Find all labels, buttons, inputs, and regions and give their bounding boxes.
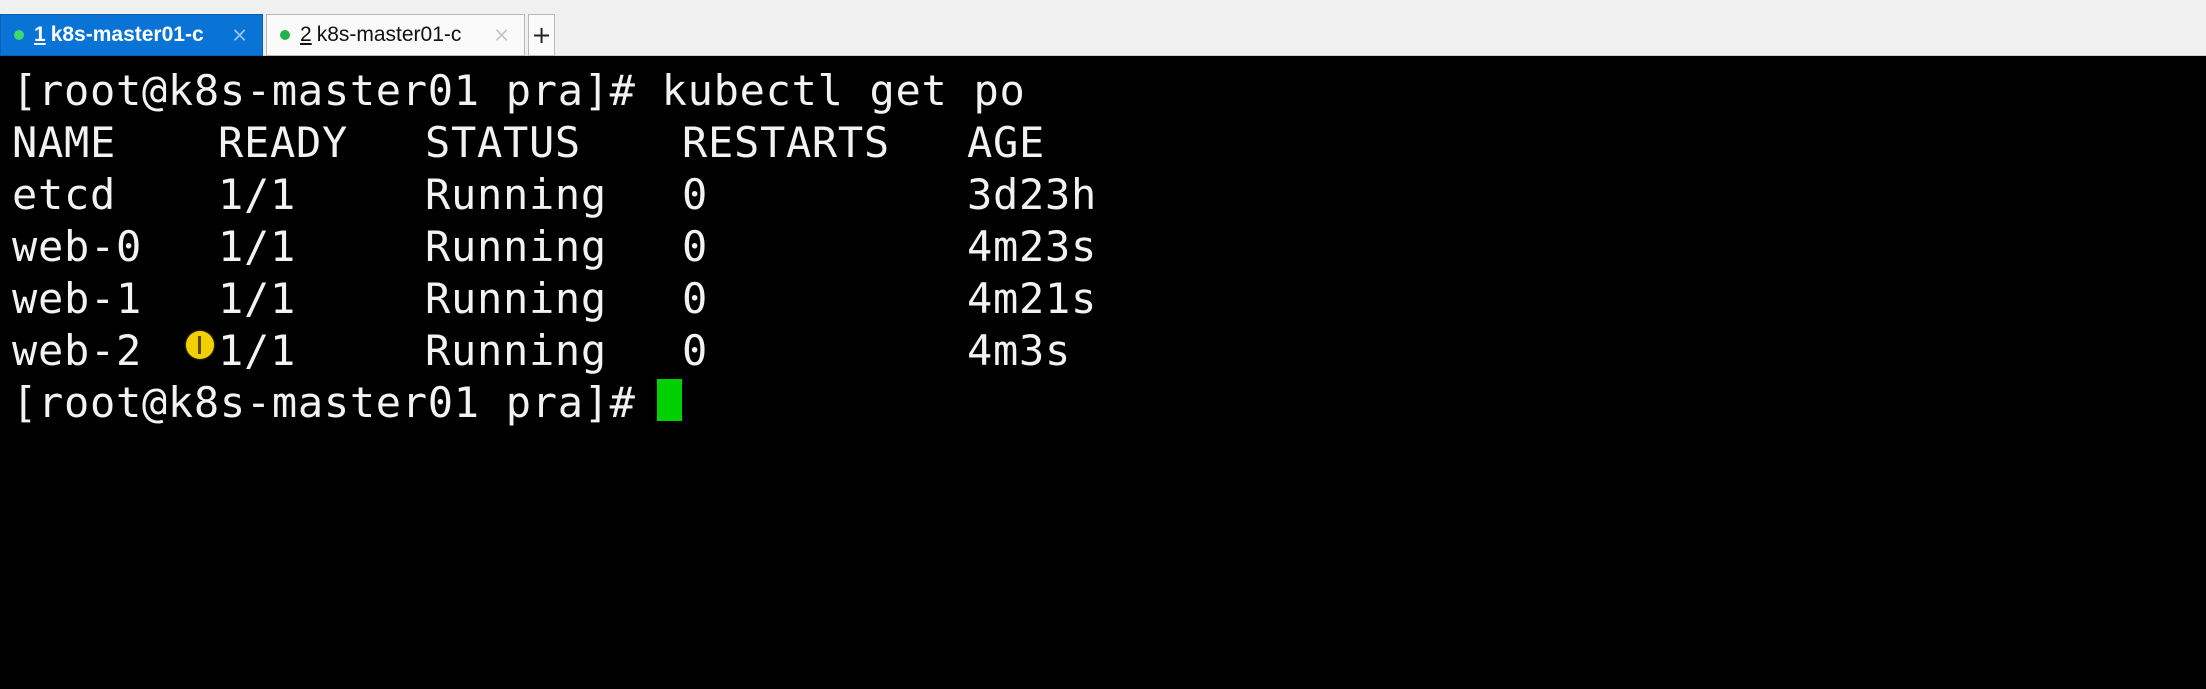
pod-restarts: 0 bbox=[682, 170, 708, 219]
pod-age: 3d23h bbox=[967, 170, 1097, 219]
pod-ready: 1/1 bbox=[218, 326, 296, 375]
pod-status: Running bbox=[425, 274, 607, 323]
header-age: AGE bbox=[967, 118, 1045, 167]
tab-label: 2 k8s-master01-c bbox=[300, 23, 462, 46]
pod-restarts: 0 bbox=[682, 326, 708, 375]
terminal-output[interactable]: [root@k8s-master01 pra]# kubectl get po … bbox=[0, 56, 2206, 550]
close-tab-icon[interactable]: × bbox=[231, 23, 248, 47]
pod-restarts: 0 bbox=[682, 274, 708, 323]
pod-ready: 1/1 bbox=[218, 274, 296, 323]
command-line: [root@k8s-master01 pra]# kubectl get po bbox=[12, 66, 1026, 115]
header-status: STATUS bbox=[425, 118, 581, 167]
header-restarts: RESTARTS bbox=[682, 118, 890, 167]
pod-name: web-0 bbox=[12, 222, 142, 271]
table-row: etcd 1/1 Running 0 3d23h bbox=[12, 169, 1212, 221]
pod-name: etcd bbox=[12, 170, 116, 219]
pod-restarts: 0 bbox=[682, 222, 708, 271]
pod-name: web-2 bbox=[12, 326, 142, 375]
pod-status: Running bbox=[425, 170, 607, 219]
tab-session-2[interactable]: 2 k8s-master01-c × bbox=[266, 14, 525, 56]
pod-ready: 1/1 bbox=[218, 222, 296, 271]
pod-status: Running bbox=[425, 222, 607, 271]
pod-age: 4m3s bbox=[967, 326, 1071, 375]
tab-label: 1 k8s-master01-c bbox=[34, 23, 204, 46]
table-row: web-0 1/1 Running 0 4m23s bbox=[12, 221, 1212, 273]
table-row: web-1 1/1 Running 0 4m21s bbox=[12, 273, 1212, 325]
pod-age: 4m21s bbox=[967, 274, 1097, 323]
tab-session-1[interactable]: 1 k8s-master01-c × bbox=[0, 14, 263, 56]
shell-prompt: [root@k8s-master01 pra]# bbox=[12, 378, 662, 427]
text-cursor bbox=[657, 379, 682, 421]
table-header-row: NAME READY STATUS RESTARTS AGE bbox=[12, 117, 1212, 169]
pod-ready: 1/1 bbox=[218, 170, 296, 219]
header-name: NAME bbox=[12, 118, 116, 167]
connected-status-dot-icon bbox=[14, 30, 24, 40]
close-tab-icon[interactable]: × bbox=[493, 23, 510, 47]
header-ready: READY bbox=[218, 118, 348, 167]
tab-bar: 1 k8s-master01-c × 2 k8s-master01-c × + bbox=[0, 0, 2206, 56]
mouse-pointer-highlight-icon bbox=[186, 331, 214, 359]
pod-name: web-1 bbox=[12, 274, 142, 323]
pod-status: Running bbox=[425, 326, 607, 375]
pod-age: 4m23s bbox=[967, 222, 1097, 271]
connected-status-dot-icon bbox=[280, 30, 290, 40]
new-tab-button[interactable]: + bbox=[528, 14, 555, 56]
